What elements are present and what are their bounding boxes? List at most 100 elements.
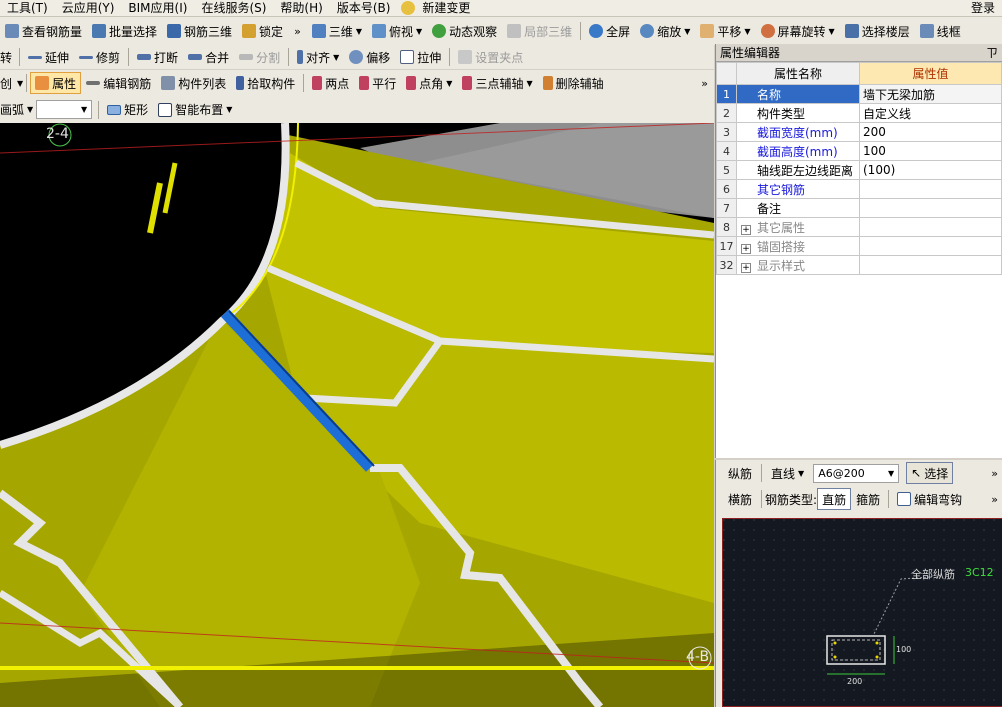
menu-tools[interactable]: 工具(T) bbox=[0, 0, 55, 16]
trim-button[interactable]: 修剪 bbox=[74, 46, 125, 68]
all-longitudinal-value: 3C12 bbox=[965, 566, 994, 579]
local-3d-button[interactable]: 局部三维 bbox=[502, 20, 577, 42]
lock-icon bbox=[242, 24, 257, 38]
property-row[interactable]: 7 备注 bbox=[716, 198, 1002, 218]
menu-help[interactable]: 帮助(H) bbox=[273, 0, 329, 16]
set-grip-button[interactable]: 设置夹点 bbox=[453, 46, 528, 68]
property-button[interactable]: 属性 bbox=[30, 72, 82, 94]
split-icon bbox=[239, 54, 254, 60]
property-editor-header: 属性编辑器 ㄗ bbox=[716, 44, 1002, 62]
edit-rebar-button[interactable]: 编辑钢筋 bbox=[81, 72, 156, 94]
property-value[interactable]: (100) bbox=[859, 160, 1002, 180]
pin-icon[interactable]: ㄗ bbox=[986, 44, 998, 61]
delete-axis-button[interactable]: 删除辅轴 bbox=[538, 72, 609, 94]
draw-arc-dropdown[interactable]: 画弧 ▼ bbox=[0, 101, 33, 118]
split-button[interactable]: 分割 bbox=[234, 46, 285, 68]
menu-online[interactable]: 在线服务(S) bbox=[194, 0, 273, 16]
delete-axis-icon bbox=[542, 76, 553, 90]
offset-button[interactable]: 偏移 bbox=[344, 46, 395, 68]
menu-bim[interactable]: BIM应用(I) bbox=[121, 0, 194, 16]
pan-dropdown[interactable]: 平移 ▼ bbox=[695, 20, 755, 42]
rebar-editor: 纵筋 直线 ▼ A6@200 ▼ ↖ 选择 » 横筋 钢筋类型: 直筋 箍筋 编辑弯钩… bbox=[715, 460, 1002, 707]
menu-login[interactable]: 登录 bbox=[964, 0, 1002, 16]
property-row[interactable]: 17 + 锚固搭接 bbox=[716, 236, 1002, 256]
fullscreen-icon bbox=[589, 24, 604, 38]
property-value[interactable] bbox=[859, 179, 1002, 199]
dynamic-orbit-button[interactable]: 动态观察 bbox=[427, 20, 502, 42]
menu-version[interactable]: 版本号(B) bbox=[330, 0, 398, 16]
point-angle-icon bbox=[406, 76, 417, 90]
property-value[interactable]: 200 bbox=[859, 122, 1002, 142]
menu-new-change[interactable]: 新建变更 bbox=[415, 0, 477, 16]
expand-icon[interactable]: + bbox=[741, 243, 751, 254]
smart-layout-dropdown[interactable]: 智能布置 ▼ bbox=[153, 99, 237, 121]
merge-button[interactable]: 合并 bbox=[183, 46, 234, 68]
property-row[interactable]: 2 构件类型 自定义线 bbox=[716, 103, 1002, 123]
row-number: 4 bbox=[716, 141, 737, 161]
straight-rebar-button[interactable]: 直筋 bbox=[817, 488, 852, 510]
hand-icon bbox=[700, 24, 715, 38]
select-floor-button[interactable]: 选择楼层 bbox=[840, 20, 915, 42]
stirrup-button[interactable]: 箍筋 bbox=[851, 488, 885, 510]
lock-button[interactable]: 锁定 bbox=[237, 20, 288, 42]
wireframe-button[interactable]: 线框 bbox=[915, 20, 966, 42]
zoom-dropdown[interactable]: 缩放 ▼ bbox=[635, 20, 695, 42]
property-value[interactable] bbox=[859, 217, 1002, 237]
edit-hook-button[interactable]: 编辑弯钩 bbox=[892, 488, 967, 510]
shape-dropdown[interactable]: 直线 ▼ bbox=[771, 465, 804, 482]
create-button[interactable]: 创 bbox=[0, 75, 14, 92]
screen-rotate-dropdown[interactable]: 屏幕旋转 ▼ bbox=[756, 20, 840, 42]
property-row[interactable]: 32 + 显示样式 bbox=[716, 255, 1002, 275]
row-number: 5 bbox=[716, 160, 737, 180]
property-name-cell: + 显示样式 bbox=[736, 255, 860, 275]
3d-viewport[interactable]: 2-4 4-B bbox=[0, 123, 714, 707]
batch-select-button[interactable]: 批量选择 bbox=[87, 20, 162, 42]
spec-combo[interactable]: A6@200 ▼ bbox=[813, 463, 900, 483]
3d-view-dropdown[interactable]: 三维 ▼ bbox=[307, 20, 367, 42]
rebar-row-2: 横筋 钢筋类型: 直筋 箍筋 编辑弯钩 » bbox=[716, 486, 1002, 512]
draw-mode-combo[interactable]: ▼ bbox=[36, 100, 93, 119]
expand-icon[interactable]: + bbox=[741, 224, 751, 235]
select-button[interactable]: ↖ 选择 bbox=[906, 462, 954, 484]
three-point-icon bbox=[462, 76, 473, 90]
rotate-button[interactable]: 转 bbox=[0, 49, 16, 66]
model-3d-scene[interactable] bbox=[0, 123, 714, 707]
menu-cloud[interactable]: 云应用(Y) bbox=[55, 0, 122, 16]
point-angle-dropdown[interactable]: 点角 ▼ bbox=[401, 72, 457, 94]
component-list-button[interactable]: 构件列表 bbox=[156, 72, 231, 94]
rebar-3d-button[interactable]: 钢筋三维 bbox=[162, 20, 237, 42]
cube-icon bbox=[311, 24, 326, 38]
fullscreen-button[interactable]: 全屏 bbox=[584, 20, 635, 42]
pick-component-button[interactable]: 拾取构件 bbox=[231, 72, 300, 94]
parallel-button[interactable]: 平行 bbox=[354, 72, 401, 94]
property-row[interactable]: 8 + 其它属性 bbox=[716, 217, 1002, 237]
property-name: 其它钢筋 bbox=[757, 182, 806, 197]
property-value[interactable] bbox=[859, 255, 1002, 275]
property-name-cell: 截面高度(mm) bbox=[736, 141, 860, 161]
property-row[interactable]: 3 截面宽度(mm) 200 bbox=[716, 122, 1002, 142]
property-value[interactable]: 墙下无梁加筋 bbox=[859, 84, 1002, 104]
align-dropdown[interactable]: 对齐 ▼ bbox=[292, 46, 344, 68]
axis-label-2-4: 2-4 bbox=[46, 126, 69, 142]
break-button[interactable]: 打断 bbox=[132, 46, 183, 68]
rectangle-button[interactable]: 矩形 bbox=[102, 99, 153, 121]
top-view-dropdown[interactable]: 俯视 ▼ bbox=[367, 20, 427, 42]
cursor-icon: ↖ bbox=[911, 466, 922, 480]
three-point-axis-dropdown[interactable]: 三点辅轴 ▼ bbox=[457, 72, 537, 94]
view-rebar-qty-button[interactable]: 查看钢筋量 bbox=[0, 20, 87, 42]
property-name: 轴线距左边线距离 bbox=[757, 163, 854, 178]
expand-icon[interactable]: + bbox=[741, 262, 751, 273]
property-value[interactable]: 自定义线 bbox=[859, 103, 1002, 123]
property-value[interactable] bbox=[859, 236, 1002, 256]
property-row[interactable]: 5 轴线距左边线距离 (100) bbox=[716, 160, 1002, 180]
section-drawing[interactable]: 全部纵筋 3C12 100 200 bbox=[722, 518, 1002, 707]
two-point-button[interactable]: 两点 bbox=[307, 72, 354, 94]
property-row[interactable]: 6 其它钢筋 bbox=[716, 179, 1002, 199]
stretch-button[interactable]: 拉伸 bbox=[395, 46, 446, 68]
property-row[interactable]: 1 名称 墙下无梁加筋 bbox=[716, 84, 1002, 104]
property-row[interactable]: 4 截面高度(mm) 100 bbox=[716, 141, 1002, 161]
property-value[interactable] bbox=[859, 198, 1002, 218]
parallel-icon bbox=[359, 76, 370, 90]
property-value[interactable]: 100 bbox=[859, 141, 1002, 161]
extend-button[interactable]: 延伸 bbox=[23, 46, 74, 68]
